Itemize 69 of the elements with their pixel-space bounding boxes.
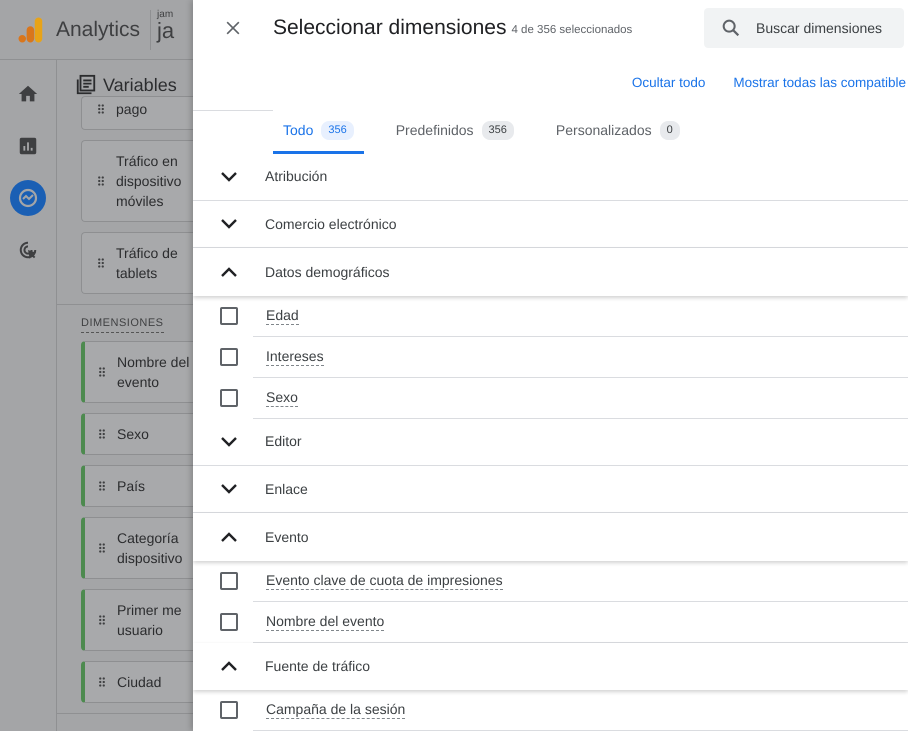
chart-circle-icon	[16, 186, 40, 210]
card-label: Nombre del evento	[117, 352, 190, 392]
variable-card[interactable]: Sexo	[81, 412, 193, 454]
checkbox[interactable]	[220, 701, 238, 720]
category-label: Comercio electrónico	[265, 214, 396, 234]
checkbox[interactable]	[220, 348, 238, 366]
category-row[interactable]: Comercio electrónico	[193, 201, 908, 248]
card-label: Tráfico en dispositivo móviles	[116, 152, 182, 211]
variable-card[interactable]: Tráfico en dispositivo móviles	[81, 140, 193, 222]
dimension-label[interactable]: Edad	[266, 306, 299, 325]
checkbox[interactable]	[220, 306, 238, 325]
tab-label: Todo	[283, 120, 314, 140]
category-row[interactable]: Enlace	[193, 466, 908, 514]
card-label: Sexo	[117, 424, 149, 444]
variable-card[interactable]: Categoría dispositivo	[81, 516, 193, 578]
category-row[interactable]: Datos demográficos	[193, 248, 908, 296]
card-label: Categoría dispositivo	[117, 528, 182, 568]
dimension-label[interactable]: Nombre del evento	[266, 612, 384, 631]
bar-chart-icon	[17, 135, 39, 157]
dimension-label[interactable]: Campaña de la sesión	[266, 701, 406, 720]
tab-label: Predefinidos	[396, 120, 474, 140]
card-label: Primer me usuario	[117, 600, 182, 640]
category-row[interactable]: Evento	[193, 513, 908, 561]
count-badge: 0	[660, 121, 680, 140]
variable-card[interactable]: Primer me usuario	[81, 588, 193, 650]
card-label: Ciudad	[117, 672, 162, 692]
card-label: Tráfico de tablets	[116, 244, 178, 283]
category-row[interactable]: Atribución	[193, 154, 908, 202]
search-field[interactable]: Buscar dimensiones	[704, 8, 904, 48]
category-row[interactable]: Fuente de tráfico	[193, 642, 908, 690]
variable-card[interactable]: Tráfico de tablets	[81, 232, 193, 294]
tab[interactable]: Personalizados 0	[546, 110, 690, 154]
tab[interactable]: Predefinidos 356	[386, 110, 524, 154]
app-name: Analytics	[56, 16, 140, 43]
dialog-title: Seleccionar dimensiones	[273, 14, 506, 41]
tab-label: Personalizados	[556, 120, 652, 140]
account-name: ja	[157, 20, 174, 42]
dimension-label[interactable]: Sexo	[266, 388, 298, 407]
selection-count: 4 de 356 seleccionados	[511, 22, 632, 38]
category-label: Fuente de tráfico	[265, 656, 370, 676]
search-icon	[720, 16, 742, 39]
dimension-label[interactable]: Evento clave de cuota de impresiones	[266, 572, 503, 590]
category-row[interactable]: Editor	[193, 418, 908, 466]
variable-card[interactable]: Ciudad	[81, 660, 193, 702]
text-link[interactable]: Ocultar todo	[632, 72, 706, 93]
checkbox[interactable]	[220, 572, 238, 590]
category-label: Evento	[265, 528, 309, 547]
category-label: Enlace	[265, 480, 308, 499]
text-link[interactable]: Mostrar todas las compatible	[733, 72, 906, 93]
card-label: País	[117, 476, 146, 496]
category-label: Atribución	[265, 167, 328, 186]
checkbox[interactable]	[220, 612, 238, 631]
panel-title: Variables	[103, 74, 177, 96]
dimension-label[interactable]: Intereses	[266, 348, 324, 366]
variable-card[interactable]: País	[81, 464, 193, 506]
category-label: Datos demográficos	[265, 262, 390, 282]
cursor-target-icon	[17, 239, 39, 261]
category-label: Editor	[265, 432, 302, 452]
tab[interactable]: Todo 356	[273, 110, 364, 154]
checkbox[interactable]	[220, 388, 238, 407]
variable-card[interactable]: Nombre del evento	[81, 340, 193, 402]
list-icon	[75, 74, 97, 96]
rail-button[interactable]	[10, 180, 46, 216]
account-label: jam	[157, 10, 174, 20]
card-label: pago	[116, 100, 148, 119]
count-badge: 356	[482, 121, 514, 140]
count-badge: 356	[321, 121, 354, 140]
variable-card[interactable]: pago	[81, 96, 193, 130]
section-heading: DIMENSIONES	[81, 315, 164, 332]
